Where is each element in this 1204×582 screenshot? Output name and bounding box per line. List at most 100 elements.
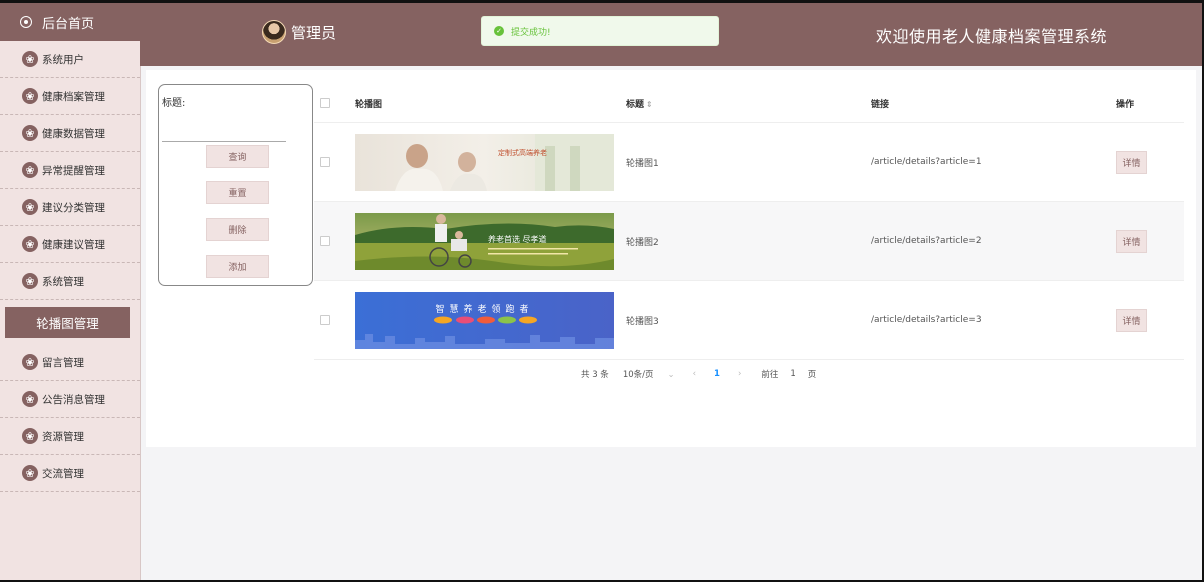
header-link: 链接: [871, 99, 890, 110]
main-panel: 标题: 查询 重置 删除 添加 轮播图 标题 ⇕ 链接 操作 定制式高端养老 轮…: [146, 70, 1196, 447]
detail-button[interactable]: 详情: [1116, 150, 1147, 174]
row-check-cell: [314, 315, 355, 325]
sidebar-item-health-records[interactable]: ❀ 健康档案管理: [0, 78, 140, 115]
row-link: /article/details?article=1: [871, 157, 982, 167]
row-action-cell: 详情: [1116, 150, 1184, 174]
sidebar-item-label: 健康建议管理: [42, 238, 105, 251]
sidebar-item-label: 健康档案管理: [42, 90, 105, 103]
chevron-down-icon: ⌄: [667, 370, 675, 380]
window-top-border: [0, 0, 1204, 3]
sidebar-home-label: 后台首页: [42, 16, 95, 32]
sidebar-item-messages[interactable]: ❀ 留言管理: [0, 344, 140, 381]
header-action: 操作: [1116, 99, 1135, 110]
row-image-cell: 养老首选 尽孝道: [355, 212, 626, 270]
delete-button[interactable]: 删除: [206, 218, 269, 241]
banner-text-3: 智慧养老领跑者: [435, 303, 533, 315]
flower-icon: ❀: [22, 465, 38, 481]
sidebar-item-advice-categories[interactable]: ❀ 建议分类管理: [0, 189, 140, 226]
current-page[interactable]: 1: [714, 369, 720, 379]
query-button[interactable]: 查询: [206, 145, 269, 168]
carousel-table: 轮播图 标题 ⇕ 链接 操作 定制式高端养老 轮播图1 /article/det…: [314, 84, 1184, 360]
sidebar-item-label: 交流管理: [42, 467, 84, 480]
pagination-total: 共 3 条: [581, 370, 609, 380]
page-size-value: 10条/页: [622, 370, 654, 380]
flower-icon: ❀: [22, 273, 38, 289]
sidebar-item-label: 系统管理: [42, 275, 84, 288]
sidebar-item-system-users[interactable]: ❀ 系统用户: [0, 41, 140, 78]
table-row: 养老首选 尽孝道 轮播图2 /article/details?article=2…: [314, 202, 1184, 281]
detail-button[interactable]: 详情: [1116, 308, 1147, 332]
header-image: 轮播图: [355, 99, 383, 110]
row-link: /article/details?article=2: [871, 236, 982, 246]
sidebar-item-system-management[interactable]: ❀ 系统管理: [0, 263, 140, 300]
goto-label: 前往: [761, 370, 779, 380]
sidebar-item-communication[interactable]: ❀ 交流管理: [0, 455, 140, 492]
page-size-select[interactable]: 10条/页 ⌄: [623, 368, 675, 380]
row-image-cell: 定制式高端养老: [355, 133, 626, 191]
sidebar-item-announcements[interactable]: ❀ 公告消息管理: [0, 381, 140, 418]
row-link: /article/details?article=3: [871, 315, 982, 325]
row-title: 轮播图2: [626, 237, 659, 248]
avatar: [262, 20, 286, 44]
select-all-cell: [314, 98, 355, 108]
flower-icon: ❀: [22, 88, 38, 104]
header-title-label: 标题: [626, 99, 645, 110]
table-row: 智慧养老领跑者 轮播图3 /article/details?article=3 …: [314, 281, 1184, 360]
reset-button[interactable]: 重置: [206, 181, 269, 204]
sort-icon[interactable]: ⇕: [646, 100, 653, 109]
add-button[interactable]: 添加: [206, 255, 269, 278]
row-title: 轮播图3: [626, 316, 659, 327]
header-title[interactable]: 标题 ⇕: [626, 97, 871, 110]
flower-icon: ❀: [22, 354, 38, 370]
toast-message: 提交成功!: [511, 27, 551, 38]
sidebar-item-label: 留言管理: [42, 356, 84, 369]
flower-icon: ❀: [22, 199, 38, 215]
flower-icon: ❀: [22, 162, 38, 178]
home-icon: [20, 16, 32, 28]
flower-icon: ❀: [22, 236, 38, 252]
banner-image-3: 智慧养老领跑者: [355, 291, 614, 349]
sidebar-item-carousel[interactable]: 轮播图管理: [5, 306, 130, 338]
sidebar-item-health-advice[interactable]: ❀ 健康建议管理: [0, 226, 140, 263]
flower-icon: ❀: [22, 125, 38, 141]
banner-text-1: 定制式高端养老: [498, 148, 547, 157]
sidebar-item-label: 建议分类管理: [42, 201, 105, 214]
prev-page-icon[interactable]: ‹: [693, 369, 696, 379]
admin-label: 管理员: [291, 23, 337, 42]
row-checkbox[interactable]: [320, 157, 330, 167]
sidebar-item-resources[interactable]: ❀ 资源管理: [0, 418, 140, 455]
sidebar-item-label: 健康数据管理: [42, 127, 105, 140]
sidebar-item-label: 异常提醒管理: [42, 164, 105, 177]
flower-icon: ❀: [22, 391, 38, 407]
row-check-cell: [314, 157, 355, 167]
welcome-title: 欢迎使用老人健康档案管理系统: [876, 27, 1108, 46]
row-image-cell: 智慧养老领跑者: [355, 291, 626, 349]
banner-text-2: 养老首选 尽孝道: [488, 234, 547, 244]
title-search-input[interactable]: [162, 125, 286, 142]
row-check-cell: [314, 236, 355, 246]
row-action-cell: 详情: [1116, 308, 1184, 332]
flower-icon: ❀: [22, 51, 38, 67]
sidebar-item-health-data[interactable]: ❀ 健康数据管理: [0, 115, 140, 152]
admin-menu[interactable]: 管理员: [262, 20, 336, 44]
sidebar-item-label: 资源管理: [42, 430, 84, 443]
sidebar-home[interactable]: 后台首页: [0, 3, 140, 41]
banner-image-2: 养老首选 尽孝道: [355, 212, 614, 270]
sidebar-item-alerts[interactable]: ❀ 异常提醒管理: [0, 152, 140, 189]
page-unit-label: 页: [807, 370, 817, 380]
row-checkbox[interactable]: [320, 236, 330, 246]
search-panel: 标题: 查询 重置 删除 添加: [158, 84, 313, 286]
goto-page-input[interactable]: 1: [790, 369, 795, 379]
row-checkbox[interactable]: [320, 315, 330, 325]
row-action-cell: 详情: [1116, 229, 1184, 253]
pagination: 共 3 条 10条/页 ⌄ ‹ 1 › 前往 1 页: [581, 368, 816, 380]
success-toast: ✓ 提交成功!: [481, 16, 719, 46]
next-page-icon[interactable]: ›: [738, 369, 741, 379]
sidebar-item-label: 系统用户: [42, 53, 84, 66]
table-row: 定制式高端养老 轮播图1 /article/details?article=1 …: [314, 123, 1184, 202]
select-all-checkbox[interactable]: [320, 98, 330, 108]
detail-button[interactable]: 详情: [1116, 229, 1147, 253]
row-title: 轮播图1: [626, 158, 659, 169]
sidebar-item-label: 公告消息管理: [42, 393, 105, 406]
sidebar: 后台首页 ❀ 系统用户 ❀ 健康档案管理 ❀ 健康数据管理 ❀ 异常提醒管理 ❀…: [0, 0, 141, 582]
